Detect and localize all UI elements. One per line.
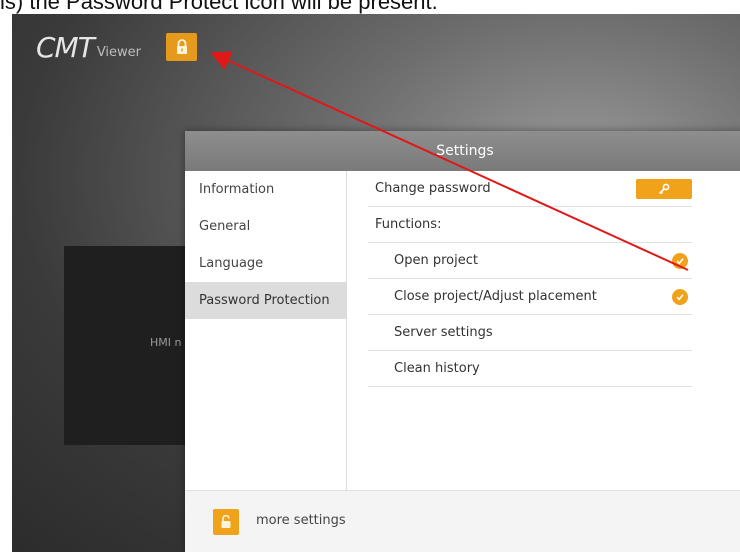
functions-label: Functions: <box>375 217 442 232</box>
hmi-panel: HMI n <box>64 246 194 445</box>
check-icon[interactable] <box>672 253 688 269</box>
open-project-label: Open project <box>394 253 478 268</box>
brand-logo: CMT Viewer <box>36 34 141 62</box>
nav-item-password-protection[interactable]: Password Protection <box>185 282 346 319</box>
password-protect-lock-icon[interactable] <box>166 33 197 61</box>
dialog-footer: more settings <box>185 490 740 552</box>
function-row-clean-history[interactable]: Clean history <box>368 351 692 387</box>
change-password-button[interactable] <box>636 179 692 199</box>
nav-item-language[interactable]: Language <box>185 245 346 282</box>
change-password-row: Change password <box>368 171 692 207</box>
change-password-label: Change password <box>375 181 491 196</box>
key-icon <box>658 183 670 195</box>
hmi-label: HMI n <box>150 336 182 349</box>
close-project-label: Close project/Adjust placement <box>394 289 597 304</box>
brand-main: CMT <box>36 31 95 64</box>
nav-item-general[interactable]: General <box>185 208 346 245</box>
function-row-open-project[interactable]: Open project <box>368 243 692 279</box>
unlock-icon[interactable] <box>213 509 239 535</box>
dialog-title: Settings <box>185 131 740 171</box>
viewer-screen: CMT Viewer HMI n Settings Information Ge… <box>12 14 740 552</box>
more-settings-link[interactable]: more settings <box>256 513 346 528</box>
check-icon[interactable] <box>672 289 688 305</box>
settings-nav: Information General Language Password Pr… <box>185 171 347 490</box>
function-row-close-project[interactable]: Close project/Adjust placement <box>368 279 692 315</box>
functions-header: Functions: <box>368 207 692 243</box>
settings-dialog: Settings Information General Language Pa… <box>185 131 740 552</box>
clean-history-label: Clean history <box>394 361 480 376</box>
server-settings-label: Server settings <box>394 325 493 340</box>
nav-item-information[interactable]: Information <box>185 171 346 208</box>
password-settings-panel: Change password Functions: Open project <box>368 171 692 490</box>
function-row-server-settings[interactable]: Server settings <box>368 315 692 351</box>
brand-sub: Viewer <box>96 45 142 60</box>
